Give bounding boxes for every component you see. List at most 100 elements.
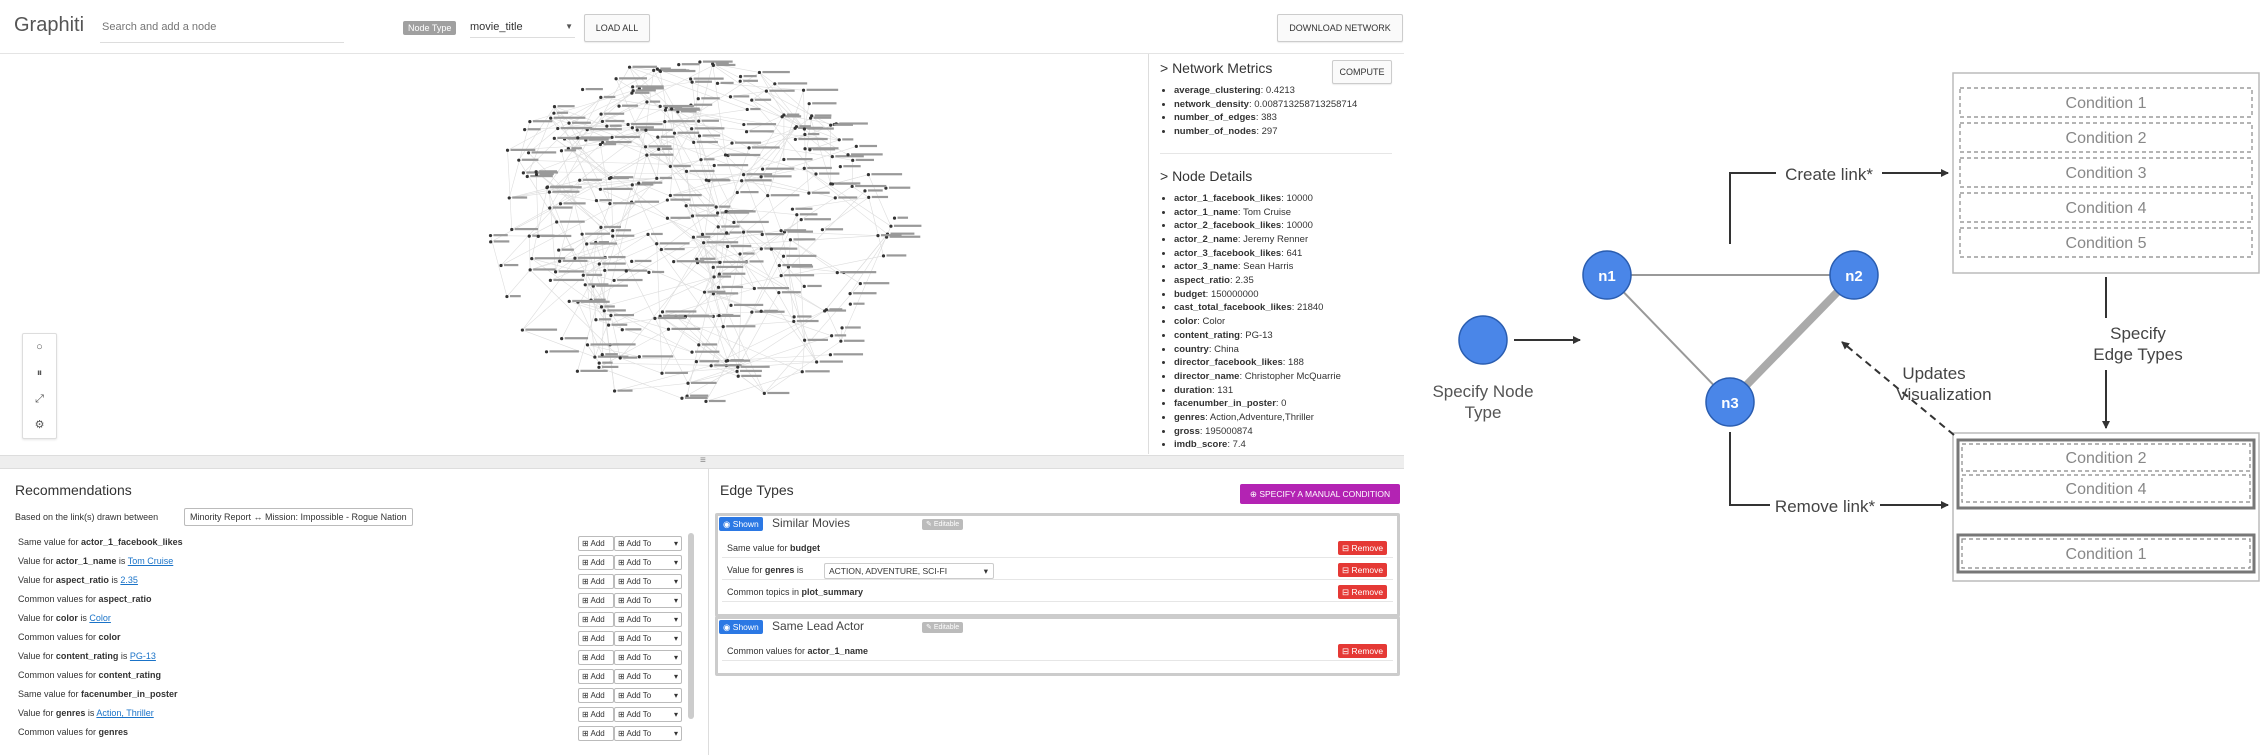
graph-node[interactable]	[829, 123, 833, 127]
graph-node[interactable]	[690, 127, 694, 131]
graph-node[interactable]	[536, 234, 540, 238]
graph-node[interactable]	[578, 178, 582, 182]
graph-node[interactable]	[867, 195, 871, 199]
graph-node[interactable]	[603, 268, 607, 273]
graph-node[interactable]	[792, 315, 796, 319]
graph-node[interactable]	[690, 350, 694, 354]
graph-node[interactable]	[505, 148, 510, 152]
graph-node[interactable]	[741, 230, 746, 234]
graph-node[interactable]	[807, 191, 811, 195]
graph-node[interactable]	[802, 127, 807, 131]
graph-node[interactable]	[545, 185, 550, 189]
graph-node[interactable]	[643, 145, 648, 149]
graph-node[interactable]	[544, 350, 549, 354]
graph-node[interactable]	[521, 171, 525, 175]
graph-node[interactable]	[729, 303, 733, 307]
graph-node[interactable]	[612, 389, 617, 393]
graph-node[interactable]	[663, 119, 667, 124]
graph-node[interactable]	[528, 268, 532, 272]
graph-node[interactable]	[567, 299, 571, 303]
graph-node[interactable]	[677, 62, 681, 67]
graph-node[interactable]	[599, 225, 603, 229]
graph-node[interactable]	[670, 107, 674, 111]
graph-node[interactable]	[799, 218, 803, 222]
graph-node[interactable]	[520, 328, 524, 332]
graph-node[interactable]	[712, 275, 716, 279]
graph-node[interactable]	[742, 122, 746, 127]
graph-node[interactable]	[725, 231, 729, 235]
search-input[interactable]	[100, 12, 344, 43]
graph-node[interactable]	[684, 169, 689, 173]
add-button[interactable]: ⊞ Add	[578, 669, 614, 684]
graph-node[interactable]	[726, 244, 730, 249]
pause-icon[interactable]: ⏸	[23, 360, 56, 386]
add-to-dropdown[interactable]: ⊞ Add To ▾	[614, 574, 682, 589]
graph-node[interactable]	[876, 234, 880, 238]
node-type-select[interactable]: movie_title ▼	[470, 17, 575, 38]
graph-node[interactable]	[759, 309, 763, 313]
remove-condition-button[interactable]: ⊟ Remove	[1338, 541, 1388, 555]
add-button[interactable]: ⊞ Add	[578, 555, 614, 570]
editable-badge[interactable]: ✎ Editable	[922, 622, 964, 633]
graph-node[interactable]	[810, 114, 814, 118]
rec-value-link[interactable]: Tom Cruise	[128, 556, 174, 566]
graph-node[interactable]	[684, 204, 688, 208]
graph-node[interactable]	[833, 196, 837, 200]
add-to-dropdown[interactable]: ⊞ Add To ▾	[614, 593, 682, 608]
graph-node[interactable]	[762, 391, 766, 395]
graph-node[interactable]	[499, 263, 503, 268]
graph-node[interactable]	[645, 153, 649, 157]
graph-node[interactable]	[668, 193, 672, 198]
editable-badge[interactable]: ✎ Editable	[922, 519, 964, 530]
graph-node[interactable]	[548, 206, 552, 210]
graph-node[interactable]	[631, 89, 635, 93]
graph-node[interactable]	[647, 270, 651, 274]
graph-node[interactable]	[600, 353, 604, 357]
graph-node[interactable]	[747, 146, 751, 150]
rec-value-link[interactable]: PG-13	[130, 651, 156, 661]
graph-node[interactable]	[657, 147, 661, 151]
graph-node[interactable]	[795, 213, 799, 217]
graph-node[interactable]	[618, 356, 622, 360]
graph-node[interactable]	[716, 285, 721, 289]
graph-node[interactable]	[597, 365, 601, 369]
graph-node[interactable]	[846, 153, 850, 157]
graph-node[interactable]	[766, 194, 770, 198]
graph-node[interactable]	[837, 138, 841, 142]
graph-node[interactable]	[658, 104, 662, 109]
graph-node[interactable]	[779, 229, 783, 233]
graph-node[interactable]	[792, 319, 796, 324]
graph-node[interactable]	[717, 272, 721, 276]
graph-node[interactable]	[839, 339, 843, 343]
graph-node[interactable]	[610, 135, 614, 139]
graph-node[interactable]	[718, 260, 722, 264]
remove-condition-button[interactable]: ⊟ Remove	[1338, 563, 1388, 577]
shown-toggle[interactable]: ◉ Shown	[719, 517, 763, 531]
fit-icon[interactable]: ⤢	[23, 386, 56, 412]
graph-node[interactable]	[558, 259, 562, 263]
graph-node[interactable]	[585, 343, 590, 347]
graph-node[interactable]	[815, 360, 819, 364]
graph-node[interactable]	[803, 338, 807, 342]
graph-node[interactable]	[808, 148, 812, 152]
add-button[interactable]: ⊞ Add	[578, 612, 614, 627]
graph-node[interactable]	[560, 337, 564, 341]
graph-node[interactable]	[794, 125, 799, 129]
graph-node[interactable]	[835, 270, 839, 275]
add-to-dropdown[interactable]: ⊞ Add To ▾	[614, 669, 682, 684]
add-to-dropdown[interactable]: ⊞ Add To ▾	[614, 555, 682, 570]
graph-node[interactable]	[820, 228, 825, 232]
graph-node[interactable]	[726, 358, 730, 363]
graph-node[interactable]	[599, 305, 604, 309]
graph-node[interactable]	[744, 130, 749, 134]
graph-node[interactable]	[672, 260, 676, 264]
graph-node[interactable]	[889, 224, 893, 228]
graph-node[interactable]	[637, 355, 641, 359]
add-to-dropdown[interactable]: ⊞ Add To ▾	[614, 688, 682, 703]
graph-node[interactable]	[652, 68, 656, 72]
graph-node[interactable]	[558, 202, 563, 206]
graph-node[interactable]	[611, 229, 615, 233]
graph-node[interactable]	[807, 102, 811, 106]
graph-node[interactable]	[702, 241, 706, 245]
reset-icon[interactable]: ○	[23, 334, 56, 360]
